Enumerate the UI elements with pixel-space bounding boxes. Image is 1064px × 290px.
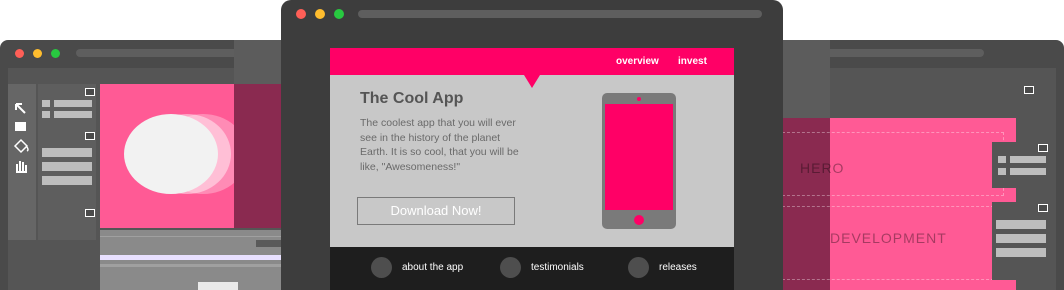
phone-screen [605, 104, 673, 210]
layers-popover [992, 202, 1050, 280]
development-wireframe-label: DEVELOPMENT [830, 230, 947, 246]
page-title: The Cool App [360, 90, 464, 107]
resize-handle[interactable] [1038, 204, 1048, 212]
download-button[interactable]: Download Now! [357, 197, 515, 225]
layer-row[interactable] [996, 220, 1046, 229]
app-description: The coolest app that you will ever see i… [360, 117, 519, 173]
maximize-dot-icon[interactable] [51, 49, 60, 58]
phone-home-button-icon [634, 215, 644, 225]
close-dot-icon[interactable] [296, 9, 306, 19]
properties-panel [100, 230, 282, 290]
tools-panel [8, 84, 36, 240]
divider [100, 236, 282, 237]
resize-handle[interactable] [85, 88, 95, 96]
footer-link-testimonials[interactable]: testimonials [531, 262, 584, 273]
footer-link-about[interactable]: about the app [402, 262, 463, 273]
rectangle-icon[interactable] [15, 122, 26, 131]
scrollbar-thumb[interactable] [198, 282, 238, 290]
artboard-overflow [234, 84, 282, 228]
resize-handle[interactable] [85, 132, 95, 140]
about-icon[interactable] [371, 257, 392, 278]
address-bar[interactable] [358, 10, 762, 18]
layer-row[interactable] [1010, 168, 1046, 175]
releases-icon[interactable] [628, 257, 649, 278]
minimize-dot-icon[interactable] [33, 49, 42, 58]
timeline-track[interactable] [100, 264, 282, 267]
layer-thumb [998, 168, 1006, 175]
timeline-track[interactable] [100, 255, 282, 260]
footer-link-releases[interactable]: releases [659, 262, 697, 273]
minimize-dot-icon[interactable] [315, 9, 325, 19]
resize-handle[interactable] [1038, 144, 1048, 152]
hand-icon[interactable] [13, 158, 29, 174]
layer-row[interactable] [42, 162, 92, 171]
layer-row[interactable] [54, 111, 92, 118]
layer-row[interactable] [42, 176, 92, 185]
nav-invest-link[interactable]: invest [678, 56, 707, 67]
resize-handle[interactable] [85, 209, 95, 217]
layer-row[interactable] [996, 248, 1046, 257]
testimonials-icon[interactable] [500, 257, 521, 278]
layer-thumb [42, 111, 50, 118]
nav-pointer-icon [524, 75, 540, 88]
layer-row[interactable] [996, 234, 1046, 243]
layer-thumb [998, 156, 1006, 163]
phone-camera-icon [637, 97, 641, 101]
layer-row[interactable] [1010, 156, 1046, 163]
layer-row[interactable] [54, 100, 92, 107]
window-shadow [234, 40, 282, 84]
resize-handle[interactable] [1024, 86, 1034, 94]
circle-shape[interactable] [124, 114, 218, 194]
paint-bucket-icon[interactable] [12, 138, 30, 154]
close-dot-icon[interactable] [15, 49, 24, 58]
hero-wireframe-label: HERO [800, 160, 845, 176]
pointer-arrow-icon[interactable] [14, 102, 28, 116]
layer-row[interactable] [42, 148, 92, 157]
artboard[interactable] [100, 84, 248, 228]
nav-overview-link[interactable]: overview [616, 56, 659, 67]
page-nav-bar [330, 48, 734, 75]
slider-track[interactable] [256, 240, 282, 247]
layer-thumb [42, 100, 50, 107]
maximize-dot-icon[interactable] [334, 9, 344, 19]
